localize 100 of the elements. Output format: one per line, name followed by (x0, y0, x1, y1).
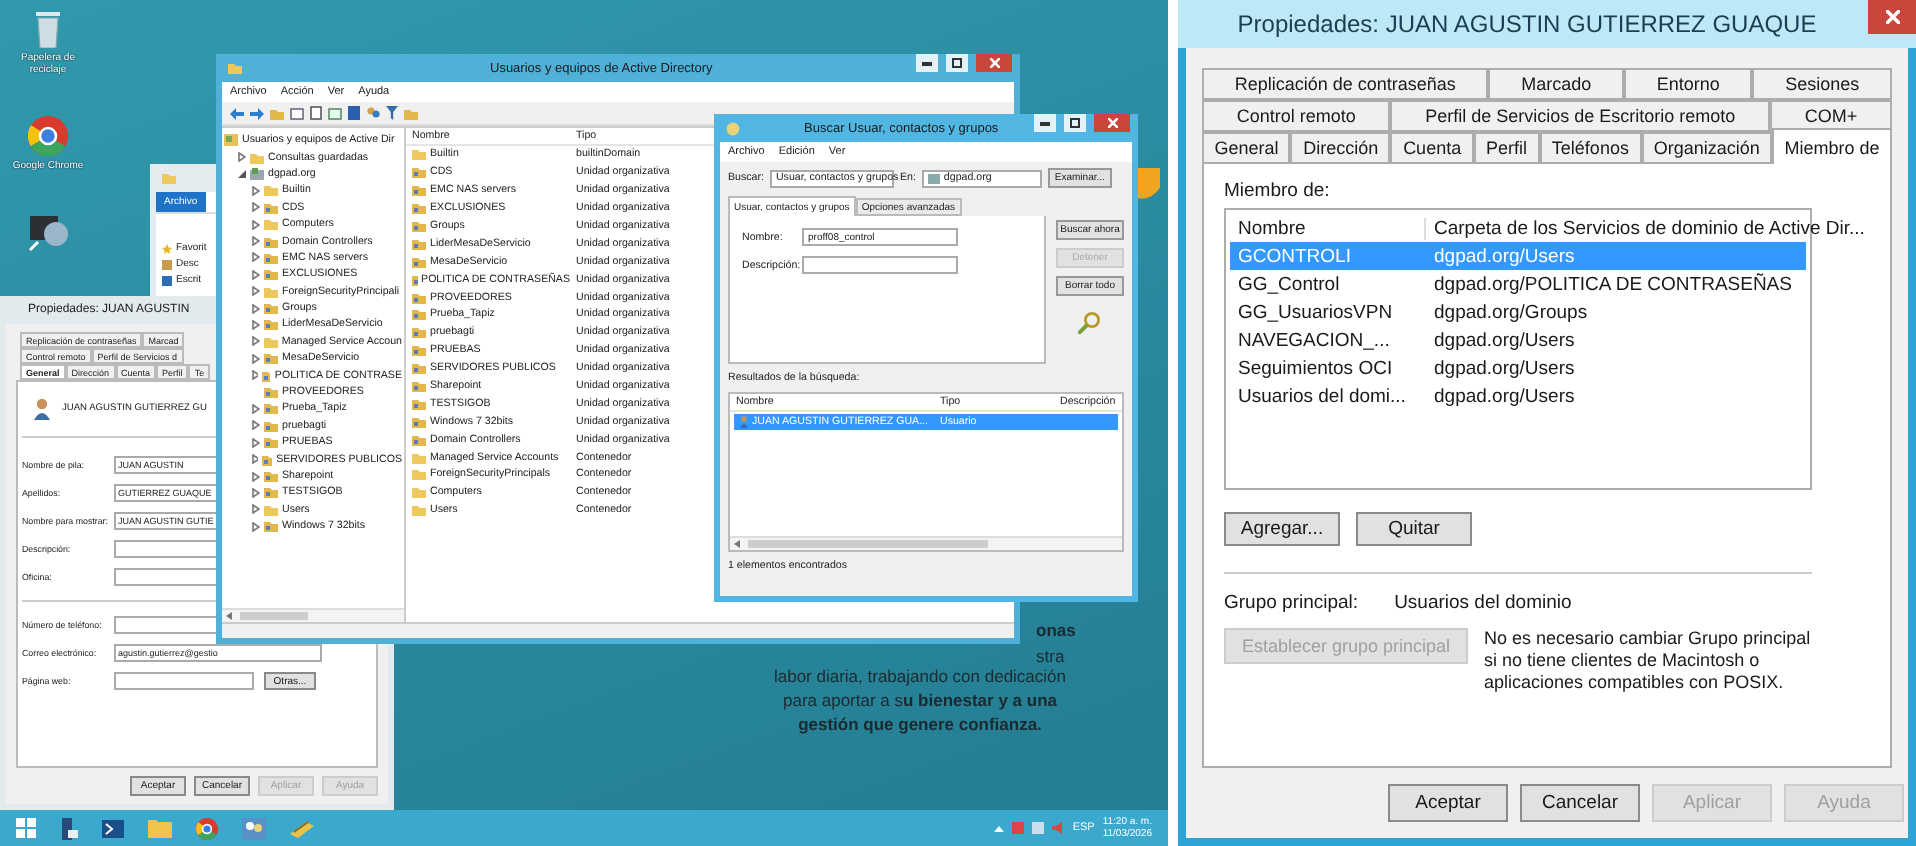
tab[interactable]: Organización (1641, 132, 1773, 164)
caret-up-icon[interactable] (994, 825, 1005, 831)
users-icon[interactable] (366, 106, 380, 120)
star-icon (162, 243, 172, 253)
wallpaper-text: onas (1036, 620, 1076, 640)
browser-icon[interactable] (27, 116, 68, 156)
expander-icon[interactable] (252, 219, 260, 230)
expander-icon[interactable] (238, 169, 246, 178)
page-icon[interactable] (310, 106, 322, 120)
group-row[interactable]: NAVEGACION_... dgpad.org/Users (1230, 326, 1806, 354)
expander-icon[interactable] (252, 336, 260, 347)
expander-icon[interactable] (252, 353, 260, 364)
expander-icon[interactable] (252, 403, 260, 414)
text-field[interactable] (114, 672, 254, 690)
domain-icon (927, 173, 940, 183)
maximize-button[interactable] (1064, 114, 1086, 132)
field-label: Grupo principal: (1224, 592, 1359, 614)
wallpaper-slogan: labor diaria, trabajando con dedicación para aportar a su bienestar y a una gestión que genere confianza. (771, 664, 1068, 736)
browser-icon[interactable] (196, 817, 218, 839)
expander-icon[interactable] (252, 202, 260, 213)
expander-icon[interactable] (252, 521, 260, 532)
expander-icon[interactable] (252, 454, 258, 465)
expander-icon[interactable] (252, 471, 260, 481)
tab[interactable]: Perfil de Servicios de Escritorio remoto (1390, 100, 1771, 132)
maximize-button[interactable] (946, 54, 968, 72)
text-field[interactable] (114, 616, 222, 634)
group-row[interactable]: GG_UsuariosVPN dgpad.org/Groups (1230, 298, 1806, 326)
expander-icon[interactable] (252, 303, 260, 314)
window-icon[interactable] (328, 107, 342, 119)
expander-icon[interactable] (252, 370, 258, 381)
dialog-title: Propiedades: JUAN AGUSTIN GUTIERREZ GUAQUE (1235, 8, 1819, 38)
wallpaper-text: stra (1036, 646, 1065, 666)
users-icon[interactable] (242, 817, 266, 839)
text-field[interactable] (802, 256, 958, 274)
minimize-button[interactable] (916, 54, 938, 72)
section-label: Miembro de: (1224, 180, 1332, 202)
expander-icon[interactable] (252, 252, 260, 263)
minimize-icon (922, 61, 932, 65)
recycle-bin-icon[interactable] (32, 8, 64, 48)
close-button[interactable] (1868, 0, 1916, 34)
text-field[interactable] (114, 540, 222, 558)
tab[interactable]: General (1202, 132, 1291, 164)
tab[interactable]: Dirección (1290, 132, 1391, 164)
user-icon (34, 398, 50, 420)
forward-arrow-icon[interactable] (250, 107, 264, 119)
back-arrow-icon[interactable] (230, 107, 244, 119)
minimize-icon (1040, 121, 1050, 125)
windows-icon[interactable] (16, 818, 36, 838)
tab[interactable]: Control remoto (1202, 100, 1391, 132)
monitor-icon[interactable] (28, 212, 68, 252)
list-button[interactable]: Agregar... (1224, 512, 1340, 546)
terminal-icon[interactable] (102, 819, 124, 837)
info-note: No es necesario cambiar Grupo principal si no tiene clientes de Macintosh o aplicaciones compatibles con POSIX. (1484, 628, 1813, 694)
window-icon[interactable] (290, 107, 304, 119)
dialog-button[interactable]: Aceptar (1388, 784, 1508, 822)
tab[interactable]: Marcado (1488, 68, 1625, 100)
expander-icon[interactable] (252, 420, 260, 431)
tab[interactable]: Perfil (1473, 132, 1540, 164)
expander-icon[interactable] (252, 286, 260, 297)
tab[interactable]: Replicación de contraseñas (1202, 68, 1489, 100)
expander-icon[interactable] (238, 152, 246, 163)
user-icon (740, 416, 748, 428)
column-header[interactable]: Carpeta de los Servicios de dominio de Active Dir... (1426, 217, 1865, 239)
tab[interactable]: Teléfonos (1539, 132, 1642, 164)
expander-icon[interactable] (252, 504, 260, 515)
column-header[interactable]: Nombre (1230, 217, 1426, 239)
list-button[interactable]: Quitar (1356, 512, 1472, 546)
close-icon (1885, 10, 1899, 24)
group-row[interactable]: Usuarios del domi... dgpad.org/Users (1230, 382, 1806, 410)
group-row[interactable]: GG_Control dgpad.org/POLITICA DE CONTRASEÑAS (1230, 270, 1806, 298)
text-field[interactable] (114, 568, 222, 586)
close-button[interactable] (976, 54, 1012, 72)
field-value: Usuarios del dominio (1394, 592, 1572, 614)
directory-icon (224, 134, 238, 147)
scroll-left-icon[interactable] (734, 540, 740, 548)
filter-icon[interactable] (386, 106, 398, 120)
dialog-button[interactable]: Cancelar (1520, 784, 1640, 822)
search-icon (1078, 312, 1102, 334)
server-icon[interactable] (60, 817, 78, 839)
tab[interactable]: Miembro de (1772, 128, 1893, 164)
expander-icon[interactable] (252, 185, 260, 196)
tab[interactable]: Sesiones (1752, 68, 1893, 100)
tab[interactable]: Entorno (1624, 68, 1753, 100)
tools-icon[interactable] (290, 818, 314, 838)
close-icon (989, 58, 999, 68)
expander-icon[interactable] (252, 437, 260, 448)
maximize-icon (952, 58, 962, 68)
expander-icon[interactable] (252, 319, 260, 330)
expander-icon[interactable] (252, 269, 260, 280)
domain-icon (250, 167, 264, 180)
minimize-button[interactable] (1034, 114, 1056, 132)
expander-icon[interactable] (252, 236, 260, 247)
expander-icon[interactable] (252, 487, 260, 498)
tab[interactable]: Cuenta (1390, 132, 1474, 164)
close-button[interactable] (1094, 114, 1130, 132)
group-row[interactable]: Seguimientos OCI dgpad.org/Users (1230, 354, 1806, 382)
scrollbar-thumb[interactable] (748, 540, 988, 548)
maximize-icon (1070, 118, 1080, 128)
close-icon (1107, 118, 1117, 128)
scroll-left-icon[interactable] (226, 612, 232, 620)
